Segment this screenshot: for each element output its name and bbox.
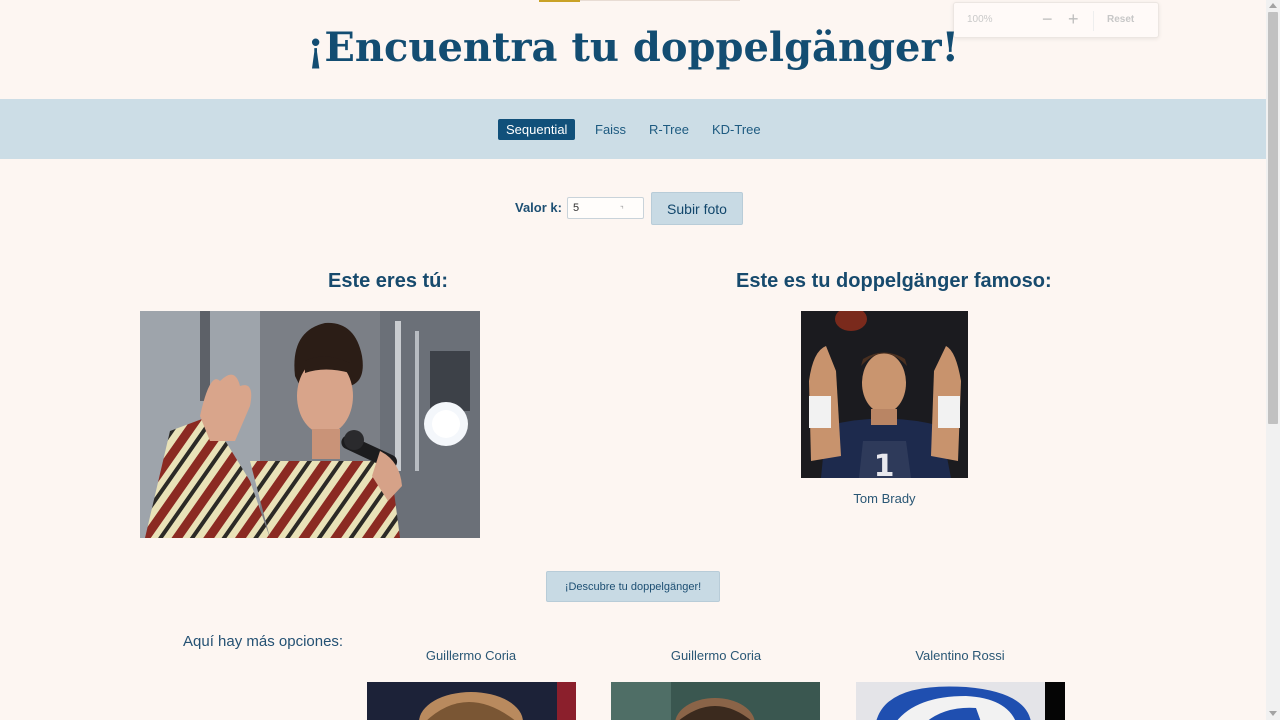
option-name: Guillermo Coria xyxy=(425,648,517,663)
match-photo-image: 1 xyxy=(801,311,968,478)
option-photo-image xyxy=(611,682,820,720)
user-photo xyxy=(140,311,480,538)
k-value-input[interactable] xyxy=(567,197,644,219)
spinner-icon[interactable]: ⌝ xyxy=(620,205,624,214)
more-options-heading: Aquí hay más opciones: xyxy=(183,633,344,650)
option-name: Guillermo Coria xyxy=(670,648,762,663)
option-photo xyxy=(856,682,1065,720)
option-photo xyxy=(611,682,820,720)
match-photo-heading: Este es tu doppelgänger famoso: xyxy=(736,270,1052,292)
top-accent-bar xyxy=(539,0,580,2)
algorithm-nav-bar: Sequential Faiss R-Tree KD-Tree xyxy=(0,99,1266,159)
option-name: Valentino Rossi xyxy=(915,648,1005,663)
match-name: Tom Brady xyxy=(853,491,916,506)
k-value-label: Valor k: xyxy=(515,200,562,215)
svg-text:1: 1 xyxy=(874,449,895,478)
match-photo: 1 xyxy=(801,311,968,478)
discover-doppelganger-button[interactable]: ¡Descubre tu doppelgänger! xyxy=(546,571,720,602)
tab-faiss[interactable]: Faiss xyxy=(587,119,634,140)
option-photo-image xyxy=(856,682,1065,720)
tab-r-tree[interactable]: R-Tree xyxy=(641,119,697,140)
option-photo-image xyxy=(367,682,576,720)
top-divider-line xyxy=(580,0,740,1)
user-photo-heading: Este eres tú: xyxy=(328,270,449,292)
scroll-thumb[interactable] xyxy=(1268,12,1278,424)
page-title: ¡Encuentra tu doppelgänger! xyxy=(306,24,960,71)
scroll-down-arrow-icon[interactable] xyxy=(1269,711,1277,716)
page-scrollbar[interactable] xyxy=(1266,0,1280,720)
option-photo xyxy=(367,682,576,720)
user-photo-image xyxy=(140,311,480,538)
tab-kd-tree[interactable]: KD-Tree xyxy=(704,119,769,140)
scroll-up-arrow-icon[interactable] xyxy=(1269,3,1277,8)
upload-photo-button[interactable]: Subir foto xyxy=(651,192,743,225)
tab-sequential[interactable]: Sequential xyxy=(498,119,576,140)
